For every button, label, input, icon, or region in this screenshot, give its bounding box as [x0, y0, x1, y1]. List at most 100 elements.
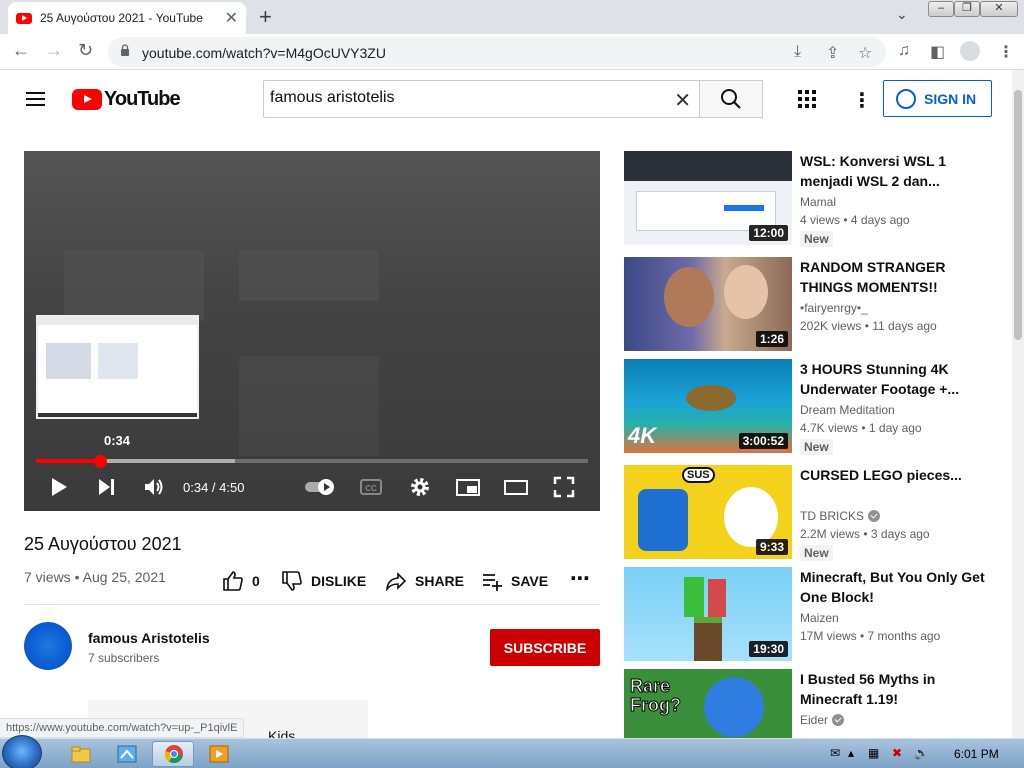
- dislike-button[interactable]: DISLIKE: [281, 570, 366, 592]
- view-count: 7 views: [24, 569, 71, 585]
- upload-date: Aug 25, 2021: [82, 569, 166, 585]
- settings-kebab-icon[interactable]: ⋮: [852, 88, 872, 113]
- search-button[interactable]: [700, 80, 763, 118]
- recommendation-item[interactable]: 12:00 WSL: Konversi WSL 1 menjadi WSL 2 …: [624, 151, 1004, 247]
- explorer-taskbar-button[interactable]: [60, 741, 102, 767]
- app-taskbar-button[interactable]: [106, 741, 148, 767]
- search-icon: [721, 89, 741, 109]
- start-button[interactable]: [2, 735, 42, 768]
- playlist-add-icon: [483, 574, 502, 591]
- recommendation-item[interactable]: 19:30 Minecraft, But You Only Get One Bl…: [624, 567, 1004, 661]
- tab-title: 25 Αυγούστου 2021 - YouTube: [40, 11, 203, 25]
- progress-bar[interactable]: [36, 454, 588, 468]
- video-content-block: [64, 251, 204, 321]
- thumbnail-label: SUS: [682, 467, 715, 483]
- play-icon[interactable]: [48, 475, 70, 499]
- recommendation-item[interactable]: 4K 3:00:52 3 HOURS Stunning 4K Underwate…: [624, 359, 1004, 455]
- media-taskbar-button[interactable]: [198, 741, 240, 767]
- recommendation-item[interactable]: Rare Frog? I Busted 56 Myths in Minecraf…: [624, 669, 1004, 738]
- video-thumbnail: 4K 3:00:52: [624, 359, 792, 453]
- thumbnail-label: Rare Frog?: [630, 676, 682, 715]
- next-video-icon[interactable]: [96, 475, 118, 499]
- scrub-preview-thumbnail: [36, 315, 199, 419]
- clear-search-icon[interactable]: ✕: [674, 88, 691, 113]
- forward-icon[interactable]: →: [45, 40, 63, 61]
- video-player[interactable]: 0:34 0:34 / 4:50 CC: [24, 151, 600, 511]
- new-badge: New: [800, 545, 833, 561]
- verified-check-icon: [868, 510, 881, 522]
- page-scrollbar[interactable]: [1012, 70, 1024, 738]
- channel-label: Dream Meditation: [800, 403, 895, 417]
- network-icon[interactable]: ▦: [868, 746, 879, 760]
- taskbar-clock[interactable]: 6:01 PM: [954, 747, 999, 761]
- duration-badge: 3:00:52: [738, 433, 788, 449]
- recommendation-title: 3 HOURS Stunning 4K Underwater Footage +…: [800, 361, 960, 397]
- recommendation-item[interactable]: 1:26 RANDOM STRANGER THINGS MOMENTS!! •f…: [624, 257, 1004, 351]
- fullscreen-icon[interactable]: [552, 475, 576, 499]
- new-tab-icon[interactable]: +: [259, 4, 272, 30]
- channel-label: •fairyenrgy•_: [800, 301, 868, 315]
- time-display: 0:34 / 4:50: [183, 480, 245, 495]
- scrubber-handle[interactable]: [94, 454, 108, 468]
- show-hidden-icons[interactable]: ▴: [848, 746, 854, 760]
- video-thumbnail: 19:30: [624, 567, 792, 661]
- settings-gear-icon[interactable]: [408, 475, 432, 499]
- side-panel-icon[interactable]: ◧: [930, 42, 945, 62]
- apps-grid-icon[interactable]: [798, 90, 816, 108]
- share-button[interactable]: SHARE: [385, 570, 464, 592]
- chrome-menu-icon[interactable]: ⋮: [998, 42, 1014, 62]
- save-button[interactable]: SAVE: [481, 570, 548, 592]
- menu-hamburger-icon[interactable]: [26, 92, 45, 106]
- media-control-icon[interactable]: ♫: [898, 42, 910, 60]
- link-status-bubble: https://www.youtube.com/watch?v=up-_P1qi…: [0, 718, 245, 738]
- recommendation-title: WSL: Konversi WSL 1 menjadi WSL 2 dan...: [800, 153, 946, 189]
- subscribe-button[interactable]: SUBSCRIBE: [490, 629, 600, 666]
- bookmark-star-icon[interactable]: ☆: [858, 43, 872, 63]
- thumbs-up-icon: [223, 571, 243, 591]
- miniplayer-icon[interactable]: [455, 475, 481, 499]
- more-actions-icon[interactable]: ⋯: [570, 566, 590, 591]
- autoplay-toggle-icon[interactable]: [304, 475, 338, 499]
- scrollbar-thumb[interactable]: [1014, 90, 1022, 340]
- search-input[interactable]: [270, 89, 660, 107]
- sign-in-button[interactable]: SIGN IN: [883, 80, 992, 117]
- recommendation-item[interactable]: SUS 9:33 CURSED LEGO pieces... TD BRICKS…: [624, 465, 1004, 561]
- share-page-icon[interactable]: ⇪: [826, 43, 839, 63]
- windows-taskbar: ✉ ▴ ▦ ✖ 🔈 6:01 PM: [0, 735, 1024, 768]
- channel-label: Maizen: [800, 611, 839, 625]
- media-player-icon: [209, 745, 229, 763]
- recommendation-stats: 4.7K views • 1 day ago: [800, 421, 922, 435]
- restore-button[interactable]: ❐: [954, 1, 980, 17]
- duration-badge: 1:26: [755, 331, 788, 347]
- recommendation-stats: 17M views • 7 months ago: [800, 629, 941, 643]
- action-center-icon[interactable]: ✉: [830, 746, 840, 760]
- speaker-icon[interactable]: 🔈: [914, 746, 929, 760]
- youtube-logo[interactable]: YouTube: [72, 88, 181, 111]
- address-bar[interactable]: youtube.com/watch?v=M4gOcUVY3ZU ⤓ ⇪ ☆: [108, 37, 886, 67]
- minimize-button[interactable]: –: [928, 1, 954, 17]
- channel-name[interactable]: famous Aristotelis: [88, 630, 210, 646]
- verified-check-icon: [832, 714, 845, 726]
- channel-avatar[interactable]: [24, 622, 72, 670]
- chrome-taskbar-button[interactable]: [152, 741, 194, 767]
- captions-icon[interactable]: CC: [359, 475, 383, 499]
- install-app-icon[interactable]: ⤓: [794, 43, 801, 61]
- theater-mode-icon[interactable]: [503, 475, 529, 499]
- new-badge: New: [800, 439, 833, 455]
- tab-search-chevron-icon[interactable]: ⌄: [896, 6, 908, 23]
- back-icon[interactable]: ←: [12, 40, 30, 61]
- reload-icon[interactable]: ↻: [78, 40, 93, 61]
- profile-icon[interactable]: [960, 41, 980, 61]
- recommendation-channel: Maizen: [800, 611, 839, 625]
- url-text: youtube.com/watch?v=M4gOcUVY3ZU: [142, 45, 386, 61]
- browser-tab[interactable]: 25 Αυγούστου 2021 - YouTube ✕: [8, 2, 246, 34]
- close-window-button[interactable]: ✕: [980, 1, 1018, 17]
- video-content-block: [239, 251, 379, 301]
- volume-icon[interactable]: [142, 475, 166, 499]
- browser-tab-bar: 25 Αυγούστου 2021 - YouTube ✕ + ⌄ – ❐ ✕: [0, 0, 1024, 34]
- tab-close-icon[interactable]: ✕: [225, 8, 238, 28]
- duration-badge: 19:30: [749, 641, 788, 657]
- thumbs-down-icon: [282, 571, 302, 591]
- like-button[interactable]: 0: [222, 570, 260, 592]
- network-warning-icon[interactable]: ✖: [892, 746, 902, 760]
